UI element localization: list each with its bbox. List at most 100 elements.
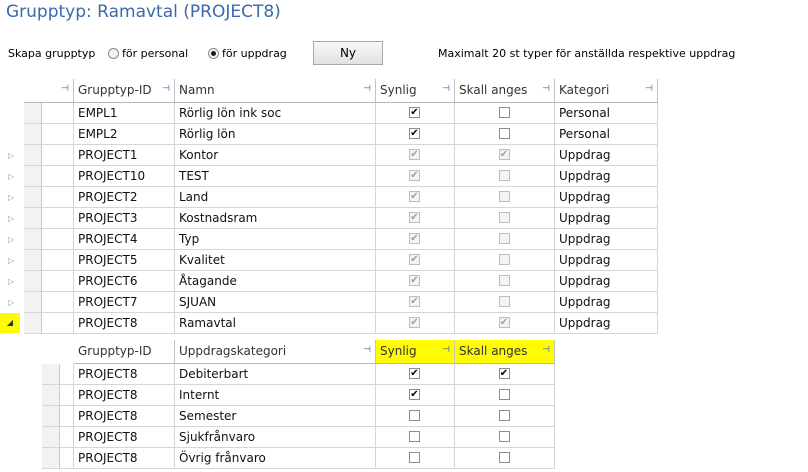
sub-col-header-skall-anges[interactable]: Skall anges ⊣ xyxy=(455,340,555,364)
cell-synlig[interactable]: ✔ xyxy=(376,124,455,145)
row-selector[interactable] xyxy=(24,271,42,292)
table-row[interactable]: ▷ PROJECT10 TEST ✔ Uppdrag xyxy=(0,166,658,187)
cell-uppdragskategori[interactable]: Semester xyxy=(175,406,376,427)
pin-icon[interactable]: ⊣ xyxy=(645,84,653,94)
row-selector[interactable] xyxy=(24,313,42,334)
cell-skall-anges[interactable]: ✔ xyxy=(455,364,555,385)
expand-arrow-icon[interactable]: ▷ xyxy=(8,235,14,244)
table-row[interactable]: ▷ PROJECT2 Land ✔ Uppdrag xyxy=(0,187,658,208)
table-row[interactable]: ▷ PROJECT5 Kvalitet ✔ Uppdrag xyxy=(0,250,658,271)
synlig-checkbox[interactable]: ✔ xyxy=(409,368,420,379)
cell-synlig[interactable]: ✔ xyxy=(376,166,455,187)
cell-synlig[interactable]: ✔ xyxy=(376,385,455,406)
row-selector[interactable] xyxy=(24,103,42,124)
synlig-checkbox[interactable]: ✔ xyxy=(409,212,420,223)
cell-namn[interactable]: Kvalitet xyxy=(175,250,376,271)
cell-synlig[interactable]: ✔ xyxy=(376,208,455,229)
skall-anges-checkbox[interactable]: ✔ xyxy=(498,368,510,379)
cell-kategori[interactable]: Personal xyxy=(555,124,658,145)
cell-synlig[interactable]: ✔ xyxy=(376,229,455,250)
row-selector[interactable] xyxy=(24,187,42,208)
cell-skall-anges[interactable] xyxy=(455,166,555,187)
skall-anges-checkbox[interactable] xyxy=(498,128,510,139)
cell-grupptyp-id[interactable]: PROJECT8 xyxy=(74,385,175,406)
sub-col-header-grupptyp-id[interactable]: Grupptyp-ID xyxy=(74,340,175,364)
pin-icon[interactable]: ⊣ xyxy=(61,84,69,94)
cell-grupptyp-id[interactable]: PROJECT8 xyxy=(74,364,175,385)
pin-icon[interactable]: ⊣ xyxy=(542,345,550,355)
synlig-checkbox[interactable] xyxy=(409,431,420,442)
pin-icon[interactable]: ⊣ xyxy=(442,84,450,94)
row-selector[interactable] xyxy=(24,124,42,145)
table-row[interactable]: ◢ PROJECT8 Ramavtal ✔ ✔ Uppdrag xyxy=(0,313,658,334)
cell-kategori[interactable]: Uppdrag xyxy=(555,292,658,313)
cell-grupptyp-id[interactable]: PROJECT8 xyxy=(74,313,175,334)
table-row[interactable]: EMPL1 Rörlig lön ink soc ✔ Personal xyxy=(0,103,658,124)
cell-skall-anges[interactable] xyxy=(455,103,555,124)
cell-skall-anges[interactable] xyxy=(455,427,555,448)
cell-skall-anges[interactable] xyxy=(455,271,555,292)
cell-skall-anges[interactable]: ✔ xyxy=(455,145,555,166)
col-header-skall-anges[interactable]: Skall anges ⊣ xyxy=(455,79,555,103)
subtable-row[interactable]: PROJECT8 Sjukfrånvaro xyxy=(42,427,556,448)
subtable-row[interactable]: PROJECT8 Övrig frånvaro xyxy=(42,448,556,469)
skall-anges-checkbox[interactable] xyxy=(498,389,510,400)
cell-grupptyp-id[interactable]: EMPL1 xyxy=(74,103,175,124)
cell-grupptyp-id[interactable]: PROJECT5 xyxy=(74,250,175,271)
cell-namn[interactable]: SJUAN xyxy=(175,292,376,313)
cell-synlig[interactable] xyxy=(376,448,455,469)
cell-kategori[interactable]: Uppdrag xyxy=(555,166,658,187)
synlig-checkbox[interactable]: ✔ xyxy=(409,149,420,160)
table-row[interactable]: ▷ PROJECT3 Kostnadsram ✔ Uppdrag xyxy=(0,208,658,229)
cell-grupptyp-id[interactable]: PROJECT8 xyxy=(74,406,175,427)
cell-kategori[interactable]: Uppdrag xyxy=(555,250,658,271)
expand-arrow-icon[interactable]: ▷ xyxy=(8,214,14,223)
cell-namn[interactable]: Ramavtal xyxy=(175,313,376,334)
cell-grupptyp-id[interactable]: EMPL2 xyxy=(74,124,175,145)
cell-uppdragskategori[interactable]: Internt xyxy=(175,385,376,406)
pin-icon[interactable]: ⊣ xyxy=(542,84,550,94)
subtable-row[interactable]: PROJECT8 Semester xyxy=(42,406,556,427)
cell-grupptyp-id[interactable]: PROJECT8 xyxy=(74,448,175,469)
radio-uppdrag-label[interactable]: för uppdrag xyxy=(222,47,287,60)
row-selector[interactable] xyxy=(42,385,60,406)
cell-synlig[interactable]: ✔ xyxy=(376,103,455,124)
cell-namn[interactable]: Åtagande xyxy=(175,271,376,292)
synlig-checkbox[interactable]: ✔ xyxy=(409,389,420,400)
cell-grupptyp-id[interactable]: PROJECT10 xyxy=(74,166,175,187)
skall-anges-checkbox[interactable] xyxy=(498,431,510,442)
expand-arrow-icon[interactable]: ▷ xyxy=(8,256,14,265)
table-row[interactable]: ▷ PROJECT6 Åtagande ✔ Uppdrag xyxy=(0,271,658,292)
cell-namn[interactable]: Rörlig lön ink soc xyxy=(175,103,376,124)
sub-col-header-synlig[interactable]: Synlig ⊣ xyxy=(376,340,455,364)
cell-grupptyp-id[interactable]: PROJECT2 xyxy=(74,187,175,208)
synlig-checkbox[interactable]: ✔ xyxy=(409,317,420,328)
cell-skall-anges[interactable] xyxy=(455,229,555,250)
row-selector[interactable] xyxy=(24,250,42,271)
cell-synlig[interactable]: ✔ xyxy=(376,364,455,385)
synlig-checkbox[interactable]: ✔ xyxy=(409,254,420,265)
cell-namn[interactable]: Kostnadsram xyxy=(175,208,376,229)
row-selector[interactable] xyxy=(24,208,42,229)
cell-skall-anges[interactable] xyxy=(455,406,555,427)
cell-kategori[interactable]: Uppdrag xyxy=(555,229,658,250)
skall-anges-checkbox[interactable] xyxy=(498,212,510,223)
row-selector[interactable] xyxy=(42,364,60,385)
cell-namn[interactable]: Kontor xyxy=(175,145,376,166)
skall-anges-checkbox[interactable] xyxy=(498,170,510,181)
row-selector[interactable] xyxy=(24,145,42,166)
row-selector[interactable] xyxy=(42,427,60,448)
cell-skall-anges[interactable] xyxy=(455,385,555,406)
table-row[interactable]: ▷ PROJECT1 Kontor ✔ ✔ Uppdrag xyxy=(0,145,658,166)
cell-skall-anges[interactable] xyxy=(455,124,555,145)
col-header-grupptyp-id[interactable]: Grupptyp-ID ⊣ xyxy=(74,79,175,103)
col-header-synlig[interactable]: Synlig ⊣ xyxy=(376,79,455,103)
subtable-row[interactable]: PROJECT8 Debiterbart ✔ ✔ xyxy=(42,364,556,385)
row-selector[interactable] xyxy=(24,229,42,250)
radio-uppdrag[interactable] xyxy=(208,48,219,59)
synlig-checkbox[interactable]: ✔ xyxy=(409,107,420,118)
cell-uppdragskategori[interactable]: Debiterbart xyxy=(175,364,376,385)
cell-skall-anges[interactable] xyxy=(455,448,555,469)
cell-grupptyp-id[interactable]: PROJECT7 xyxy=(74,292,175,313)
col-header-kategori[interactable]: Kategori ⊣ xyxy=(555,79,658,103)
